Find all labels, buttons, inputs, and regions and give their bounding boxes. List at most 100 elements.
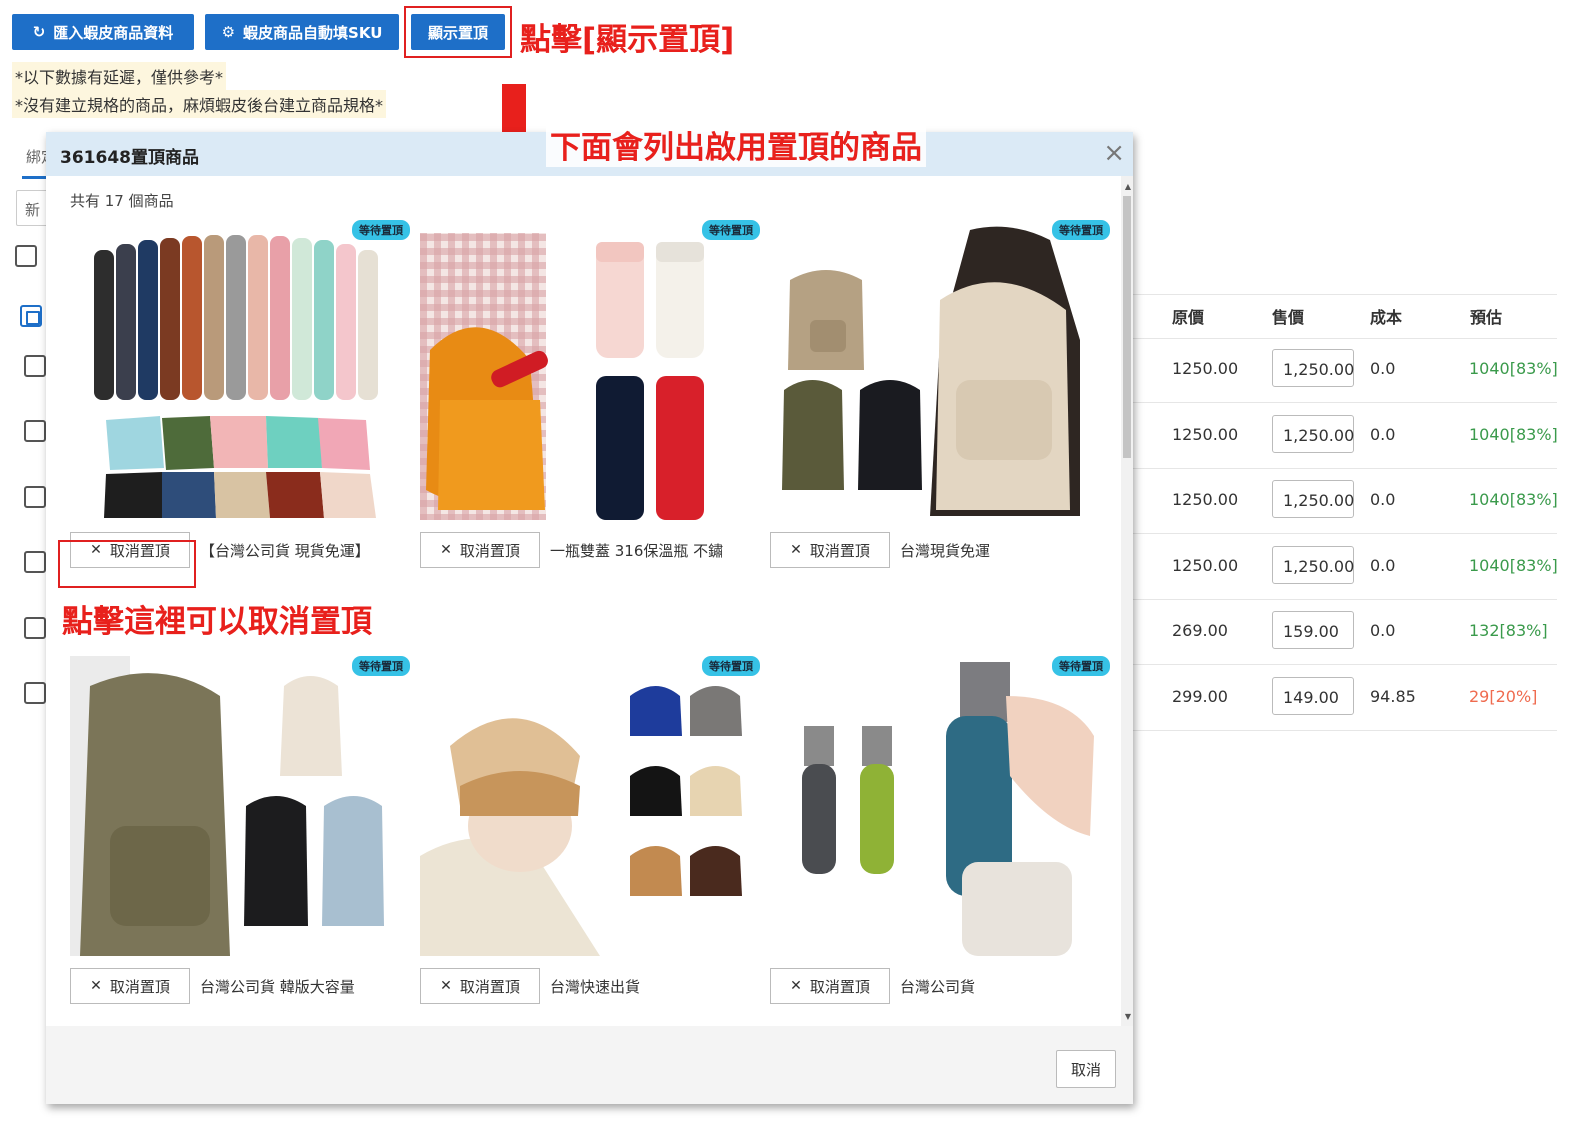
cancel-pin-button[interactable]: ✕ 取消置頂 bbox=[70, 968, 190, 1004]
table-divider bbox=[1133, 599, 1557, 600]
close-icon: ✕ bbox=[790, 542, 802, 558]
close-icon: ✕ bbox=[440, 542, 452, 558]
product-name: 一瓶雙蓋 316保溫瓶 不鏽 bbox=[550, 542, 724, 560]
cell-estimate: 1040[83%] bbox=[1469, 556, 1558, 575]
table-divider bbox=[1133, 468, 1557, 469]
delay-note: *以下數據有延遲，僅供參考* bbox=[12, 62, 227, 90]
close-icon: ✕ bbox=[790, 978, 802, 994]
product-image-thermos-bottles bbox=[420, 233, 704, 520]
close-icon[interactable]: × bbox=[1103, 138, 1125, 168]
cell-cost: 0.0 bbox=[1370, 359, 1396, 378]
product-card: 等待置頂 ✕ 取消置頂 台灣公司貨 bbox=[770, 656, 1110, 1026]
autofill-sku-button[interactable]: ⚙ 蝦皮商品自動填SKU bbox=[205, 14, 399, 50]
close-icon: ✕ bbox=[440, 978, 452, 994]
product-image-desk-mats bbox=[70, 220, 406, 520]
autofill-sku-label: 蝦皮商品自動填SKU bbox=[243, 23, 383, 42]
modal-title: 361648置頂商品 bbox=[60, 148, 199, 168]
product-image-school-backpacks bbox=[70, 656, 406, 956]
cell-original-price: 269.00 bbox=[1172, 621, 1228, 640]
cancel-pin-button[interactable]: ✕ 取消置頂 bbox=[420, 532, 540, 568]
product-card: 等待置頂 ✕ 取消置頂 台灣現貨免運 bbox=[770, 220, 1110, 590]
table-divider bbox=[1133, 664, 1557, 665]
cell-cost: 0.0 bbox=[1370, 490, 1396, 509]
header-cost: 成本 bbox=[1370, 308, 1403, 327]
annotation-click-show-pinned: 點擊[顯示置頂] bbox=[520, 22, 735, 58]
sale-price-input[interactable]: 1,250.00 bbox=[1272, 546, 1354, 584]
sale-price-input[interactable]: 1,250.00 bbox=[1272, 349, 1354, 387]
product-count: 共有 17 個商品 bbox=[70, 192, 174, 210]
sale-price-input[interactable]: 159.00 bbox=[1272, 611, 1354, 649]
table-divider bbox=[1133, 294, 1557, 295]
row-checkbox[interactable] bbox=[24, 617, 46, 639]
product-image-cup-brushes bbox=[770, 656, 1106, 956]
cancel-pin-button[interactable]: ✕ 取消置頂 bbox=[420, 968, 540, 1004]
header-original-price: 原價 bbox=[1172, 308, 1205, 327]
product-card: 等待置頂 ✕ 取消置頂 【台灣公司貨 現貨免運】 bbox=[70, 220, 410, 590]
product-name: 台灣公司貨 韓版大容量 bbox=[200, 978, 355, 996]
cell-estimate: 1040[83%] bbox=[1469, 359, 1558, 378]
product-name: 台灣快速出貨 bbox=[550, 978, 641, 996]
cell-original-price: 1250.00 bbox=[1172, 556, 1239, 575]
cell-original-price: 1250.00 bbox=[1172, 425, 1239, 444]
cell-estimate: 1040[83%] bbox=[1469, 425, 1558, 444]
scroll-down-icon[interactable]: ▼ bbox=[1125, 1012, 1131, 1021]
cancel-pin-label: 取消置頂 bbox=[109, 977, 170, 996]
tab-active-indicator bbox=[22, 176, 46, 179]
refresh-icon: ↻ bbox=[32, 23, 46, 41]
spec-note: *沒有建立規格的商品，麻煩蝦皮後台建立商品規格* bbox=[12, 90, 387, 118]
product-card: 等待置頂 ✕ 取消置頂 台灣快速出貨 bbox=[420, 656, 760, 1026]
cell-cost: 0.0 bbox=[1370, 556, 1396, 575]
cell-cost: 0.0 bbox=[1370, 621, 1396, 640]
status-badge: 等待置頂 bbox=[702, 220, 760, 240]
select-all-checkbox[interactable] bbox=[20, 305, 42, 327]
cell-original-price: 1250.00 bbox=[1172, 490, 1239, 509]
show-pinned-label: 顯示置頂 bbox=[427, 23, 488, 42]
row-checkbox[interactable] bbox=[24, 486, 46, 508]
table-divider bbox=[1133, 402, 1557, 403]
cancel-pin-label: 取消置頂 bbox=[809, 977, 870, 996]
cancel-pin-label: 取消置頂 bbox=[809, 541, 870, 560]
sale-price-input[interactable]: 1,250.00 bbox=[1272, 415, 1354, 453]
annotation-list-below: 下面會列出啟用置頂的商品 bbox=[546, 122, 926, 167]
status-badge: 等待置頂 bbox=[1052, 656, 1110, 676]
import-shopee-label: 匯入蝦皮商品資料 bbox=[53, 23, 174, 42]
modal-cancel-button[interactable]: 取消 bbox=[1056, 1050, 1116, 1088]
robot-icon: ⚙ bbox=[221, 23, 236, 41]
table-divider bbox=[1133, 533, 1557, 534]
import-shopee-button[interactable]: ↻ 匯入蝦皮商品資料 bbox=[12, 14, 194, 50]
cell-cost: 0.0 bbox=[1370, 425, 1396, 444]
annotation-click-cancel: 點擊這裡可以取消置頂 bbox=[58, 596, 376, 641]
cell-original-price: 299.00 bbox=[1172, 687, 1228, 706]
status-badge: 等待置頂 bbox=[352, 220, 410, 240]
sale-price-input[interactable]: 1,250.00 bbox=[1272, 480, 1354, 518]
product-name: 【台灣公司貨 現貨免運】 bbox=[200, 542, 370, 560]
table-divider bbox=[1133, 730, 1557, 731]
cell-estimate: 132[83%] bbox=[1469, 621, 1548, 640]
cancel-pin-button[interactable]: ✕ 取消置頂 bbox=[770, 968, 890, 1004]
cell-cost: 94.85 bbox=[1370, 687, 1416, 706]
scroll-up-icon[interactable]: ▲ bbox=[1125, 182, 1131, 191]
cell-original-price: 1250.00 bbox=[1172, 359, 1239, 378]
product-name: 台灣公司貨 bbox=[900, 978, 976, 996]
cancel-pin-button[interactable]: ✕ 取消置頂 bbox=[770, 532, 890, 568]
status-badge: 等待置頂 bbox=[352, 656, 410, 676]
status-badge: 等待置頂 bbox=[1052, 220, 1110, 240]
header-sale-price: 售價 bbox=[1272, 308, 1305, 327]
cancel-pin-label: 取消置頂 bbox=[459, 541, 520, 560]
sale-price-input[interactable]: 149.00 bbox=[1272, 677, 1354, 715]
row-checkbox[interactable] bbox=[24, 551, 46, 573]
row-checkbox[interactable] bbox=[24, 355, 46, 377]
show-pinned-button[interactable]: 顯示置頂 bbox=[411, 14, 505, 50]
select-checkbox[interactable] bbox=[15, 245, 37, 267]
product-name: 台灣現貨免運 bbox=[900, 542, 991, 560]
modal-scrollbar-thumb[interactable] bbox=[1123, 196, 1131, 458]
status-badge: 等待置頂 bbox=[702, 656, 760, 676]
row-checkbox[interactable] bbox=[24, 420, 46, 442]
header-estimate: 預估 bbox=[1470, 308, 1503, 327]
close-icon: ✕ bbox=[90, 978, 102, 994]
product-image-knit-beanies bbox=[420, 656, 756, 956]
row-checkbox[interactable] bbox=[24, 682, 46, 704]
product-card: 等待置頂 ✕ 取消置頂 台灣公司貨 韓版大容量 bbox=[70, 656, 410, 1026]
cancel-pin-label: 取消置頂 bbox=[459, 977, 520, 996]
cell-estimate: 29[20%] bbox=[1469, 687, 1538, 706]
